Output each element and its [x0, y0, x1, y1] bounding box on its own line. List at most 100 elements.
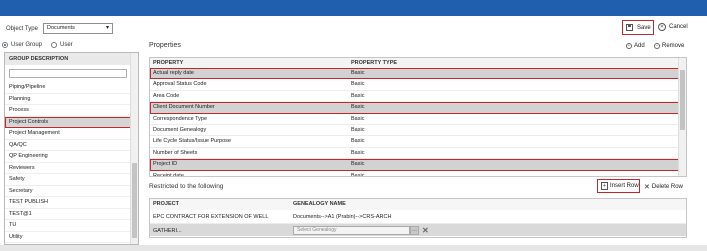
property-type-cell: Basic — [351, 115, 365, 122]
group-list-item[interactable]: TEST@1 — [5, 209, 131, 220]
property-type-cell: Basic — [351, 104, 365, 111]
insert-row-button[interactable]: + Insert Row — [597, 179, 640, 193]
group-list-item[interactable]: Project Management — [5, 128, 131, 140]
group-list-item[interactable]: QA/QC — [5, 140, 131, 151]
add-label: Add — [634, 43, 645, 49]
genealogy-cell: Documents-->A1 (Prabin)-->CRS-ARCH — [293, 214, 392, 220]
restricted-table: PROJECT GENEALOGY NAME EPC CONTRACT FOR … — [149, 198, 687, 238]
app-header-bar — [0, 0, 707, 16]
property-type-cell: Basic — [351, 149, 365, 156]
project-cell: EPC CONTRACT FOR EXTENSION OF WELL GATHE… — [153, 214, 269, 234]
object-type-value: Documents — [47, 25, 75, 31]
save-button[interactable]: Save — [622, 20, 654, 35]
user-radio-label: User — [60, 42, 73, 48]
project-edit-cell[interactable] — [150, 224, 290, 236]
group-list: Piping/Pipeline Planning Process Project Co… — [5, 82, 131, 243]
property-type-cell: Basic — [351, 70, 365, 76]
group-list-item[interactable]: TU — [5, 220, 131, 232]
object-type-label: Object Type — [6, 26, 38, 32]
select-genealogy-input[interactable]: Select Genealogy — [293, 225, 410, 235]
group-list-item[interactable]: Utility — [5, 232, 131, 243]
cancel-label: Cancel — [669, 24, 688, 30]
group-list-item[interactable]: QP Engineering — [5, 151, 131, 163]
group-list-box: GROUP DESCRIPTION Piping/Pipeline Plannin… — [4, 52, 139, 245]
properties-scrollbar[interactable] — [678, 58, 686, 176]
user-group-radio[interactable] — [2, 42, 8, 48]
table-row[interactable]: Document Genealogy Basic — [150, 125, 686, 137]
property-cell: Life Cycle Status/Issue Purpose — [153, 138, 231, 145]
close-icon: ✕ — [658, 23, 666, 31]
remove-label: Remove — [662, 43, 685, 49]
group-list-item[interactable]: TEST PUBLISH — [5, 197, 131, 209]
save-label: Save — [637, 24, 651, 31]
property-cell: Number of Sheets — [153, 149, 198, 156]
table-row[interactable]: EPC CONTRACT FOR EXTENSION OF WELL GATHE… — [150, 210, 686, 234]
property-type-cell: Basic — [351, 172, 365, 177]
genealogy-edit-cell: Select Genealogy … ✕ — [290, 224, 680, 236]
group-filter-input[interactable] — [9, 69, 127, 78]
remove-property-button[interactable]: − Remove — [654, 43, 684, 49]
group-panel: User Group User GROUP DESCRIPTION Piping… — [0, 40, 140, 245]
group-list-scrollbar[interactable] — [130, 53, 138, 244]
table-row[interactable]: Actual reply date Basic — [150, 68, 686, 80]
insert-row-label: Insert Row — [610, 183, 639, 189]
project-column-header: PROJECT — [153, 201, 179, 207]
property-cell: Correspondence Type — [153, 115, 208, 122]
cancel-button[interactable]: ✕ Cancel — [658, 23, 688, 31]
minus-icon: − — [654, 43, 660, 49]
table-row[interactable]: Receipt date Basic — [150, 171, 686, 177]
group-list-item[interactable]: Safety — [5, 174, 131, 186]
user-group-radio-label: User Group — [11, 42, 43, 48]
table-row[interactable]: Project ID Basic — [150, 159, 686, 171]
delete-icon: ✕ — [644, 184, 650, 191]
group-list-item[interactable]: Secretary — [5, 186, 131, 197]
table-row[interactable]: Approval Status Code Basic — [150, 79, 686, 91]
table-row[interactable]: Area Code Basic — [150, 91, 686, 103]
property-cell: Client Document Number — [153, 104, 215, 111]
property-cell: Area Code — [153, 92, 180, 99]
restricted-table-header: PROJECT GENEALOGY NAME — [150, 199, 686, 210]
object-type-select[interactable]: Documents ▾ — [43, 23, 113, 34]
genealogy-picker-button[interactable]: … — [410, 225, 419, 235]
save-icon — [626, 24, 633, 31]
table-row[interactable]: Correspondence Type Basic — [150, 114, 686, 125]
properties-table-body: Actual reply date Basic Approval Status Co… — [150, 68, 686, 177]
properties-title: Properties — [149, 42, 181, 49]
property-type-cell: Basic — [351, 81, 365, 88]
delete-row-button[interactable]: ✕ Delete Row — [644, 183, 683, 191]
group-list-item[interactable]: Project Controls — [5, 116, 131, 128]
property-type-cell: Basic — [351, 138, 365, 145]
group-description-header: GROUP DESCRIPTION — [5, 53, 131, 65]
table-row[interactable]: Number of Sheets Basic — [150, 148, 686, 160]
property-column-header[interactable]: PROPERTY — [150, 58, 351, 68]
scrollbar-thumb[interactable] — [132, 163, 137, 238]
add-property-button[interactable]: + Add — [626, 43, 645, 49]
scrollbar-thumb[interactable] — [680, 70, 685, 130]
group-type-radios: User Group User — [2, 42, 73, 48]
insert-row-icon: + — [601, 182, 608, 190]
property-cell: Approval Status Code — [153, 81, 207, 88]
properties-panel: Properties + Add − Remove PROPERTY PROPE… — [146, 40, 691, 245]
table-row[interactable]: Client Document Number Basic — [150, 102, 686, 114]
page-bottom-edge — [0, 245, 707, 251]
property-type-cell: Basic — [351, 126, 365, 133]
toolbar: Object Type Documents ▾ Save ✕ Cancel — [0, 16, 699, 40]
group-list-item[interactable]: Planning — [5, 94, 131, 105]
chevron-down-icon: ▾ — [105, 25, 109, 31]
group-list-item[interactable]: Reviewers — [5, 163, 131, 174]
properties-table-header: PROPERTY PROPERTY TYPE — [150, 58, 686, 68]
group-list-item[interactable]: Piping/Pipeline — [5, 82, 131, 94]
property-type-cell: Basic — [351, 161, 365, 168]
clear-icon[interactable]: ✕ — [422, 226, 431, 235]
group-list-item[interactable]: Process — [5, 105, 131, 117]
property-cell: Document Genealogy — [153, 126, 207, 133]
property-cell: Receipt date — [153, 172, 184, 177]
table-row[interactable]: Life Cycle Status/Issue Purpose Basic — [150, 136, 686, 148]
plus-icon: + — [626, 43, 632, 49]
user-radio[interactable] — [51, 42, 58, 48]
edit-row: Select Genealogy … ✕ — [150, 224, 686, 236]
property-cell: Actual reply date — [153, 70, 194, 76]
property-cell: Project ID — [153, 161, 178, 168]
property-type-column-header[interactable]: PROPERTY TYPE — [351, 58, 678, 68]
genealogy-column-header: GENEALOGY NAME — [293, 201, 346, 207]
